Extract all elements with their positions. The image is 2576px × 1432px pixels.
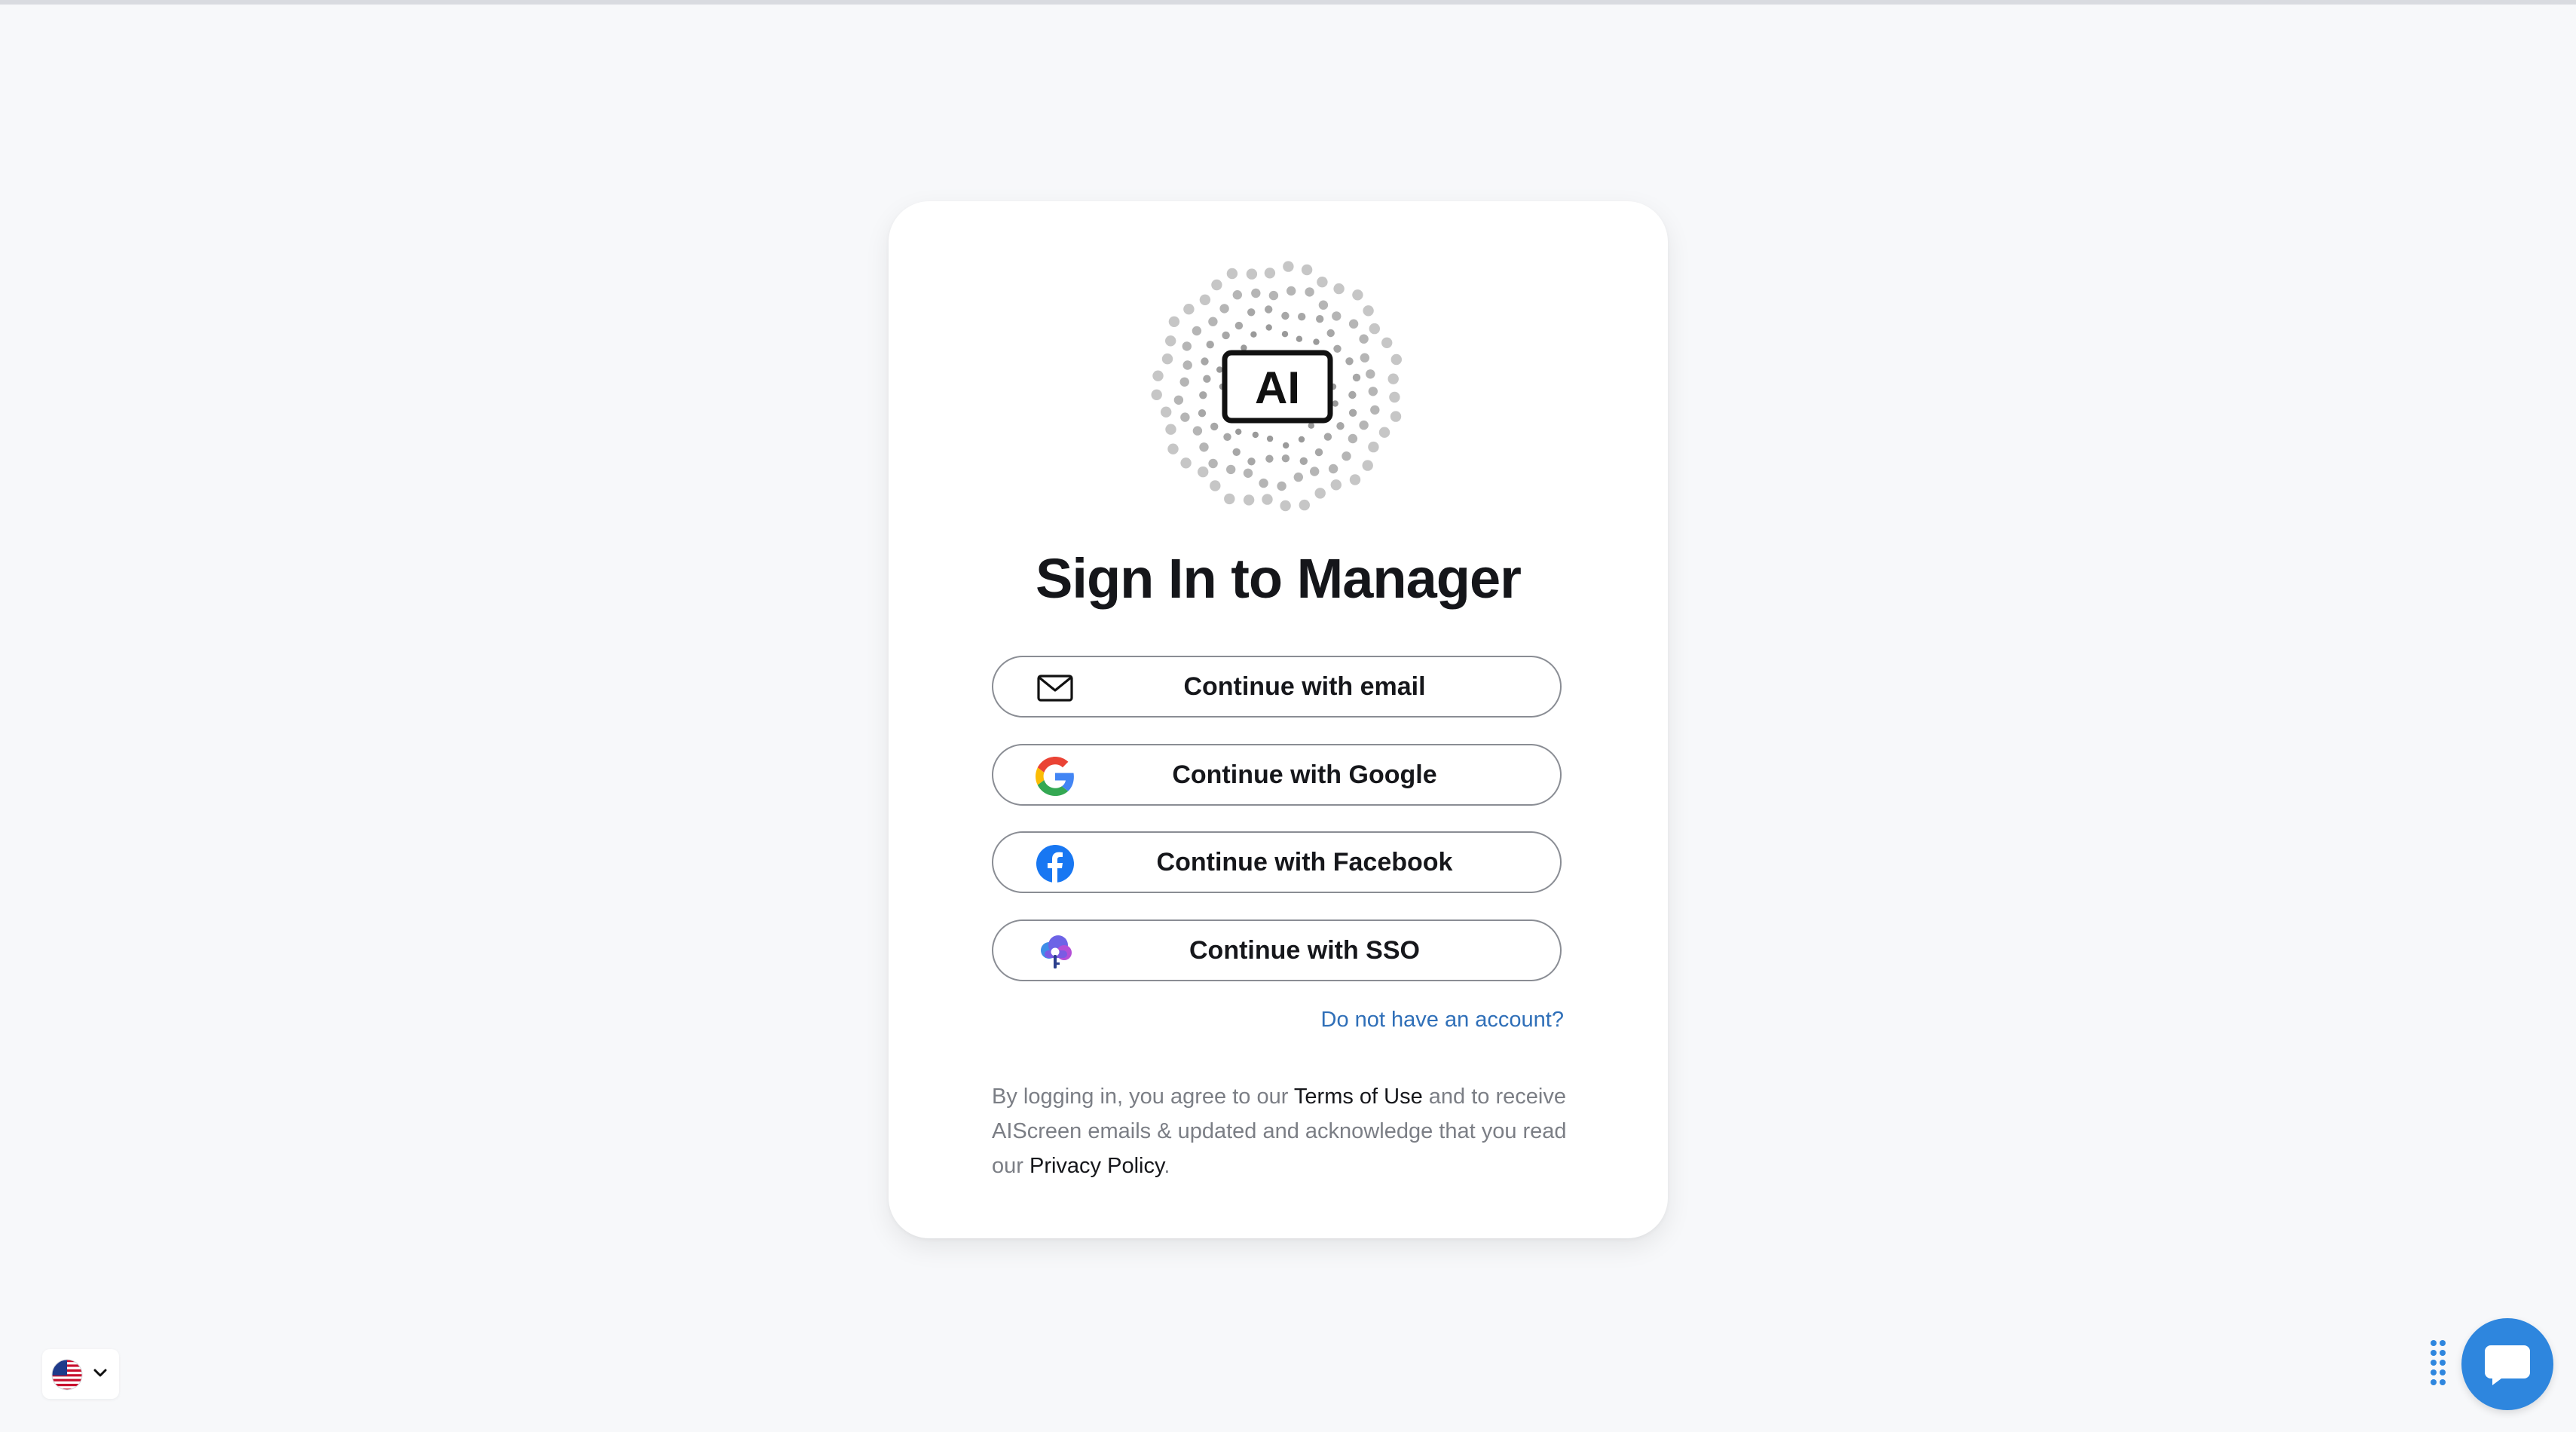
legal-text-1: By logging in, you agree to our xyxy=(992,1085,1294,1109)
us-flag-icon xyxy=(51,1359,83,1391)
chevron-down-icon xyxy=(93,1369,107,1377)
legal-text-3: . xyxy=(1164,1154,1170,1178)
continue-with-email-button[interactable]: Continue with email xyxy=(992,656,1562,718)
login-card: AI Sign In to Manager Continue with emai… xyxy=(889,201,1668,1238)
privacy-policy-link[interactable]: Privacy Policy xyxy=(1029,1154,1164,1178)
logo-text: AI xyxy=(1255,363,1300,413)
continue-with-google-button[interactable]: Continue with Google xyxy=(992,744,1562,806)
terms-of-use-link[interactable]: Terms of Use xyxy=(1294,1085,1423,1109)
legal-notice: By logging in, you agree to our Terms of… xyxy=(992,1079,1580,1183)
continue-with-facebook-button[interactable]: Continue with Facebook xyxy=(992,831,1562,893)
continue-with-email-label: Continue with email xyxy=(1183,672,1426,701)
brand-logo: AI xyxy=(1142,251,1413,522)
language-selector[interactable] xyxy=(42,1349,119,1399)
continue-with-sso-button[interactable]: Continue with SSO xyxy=(992,919,1562,981)
drag-dots-icon[interactable] xyxy=(2429,1339,2447,1388)
top-border xyxy=(0,0,2576,5)
continue-with-sso-label: Continue with SSO xyxy=(1189,936,1420,965)
continue-with-facebook-label: Continue with Facebook xyxy=(1156,848,1453,877)
continue-with-google-label: Continue with Google xyxy=(1172,760,1437,789)
chat-bubble-icon xyxy=(2485,1345,2530,1385)
signup-link[interactable]: Do not have an account? xyxy=(1321,1008,1564,1033)
dotted-ring-ai-logo-icon: AI xyxy=(1151,261,1402,512)
page-title: Sign In to Manager xyxy=(1036,547,1522,610)
chat-widget-button[interactable] xyxy=(2461,1318,2553,1410)
